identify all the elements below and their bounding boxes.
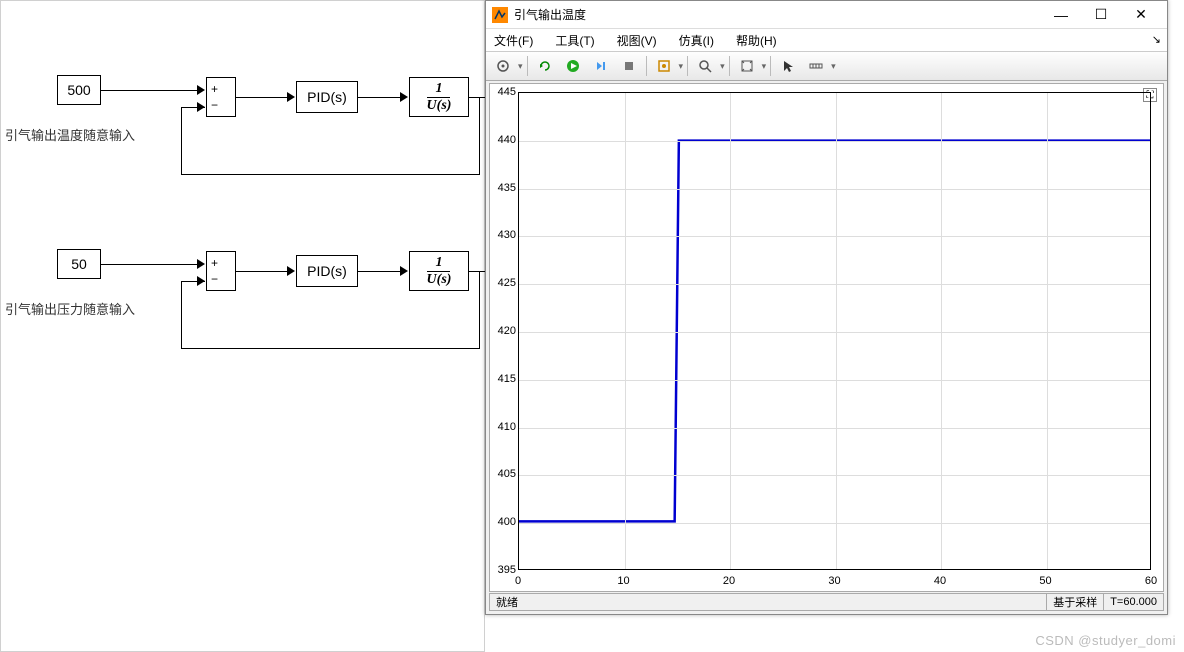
status-time: T=60.000 bbox=[1103, 594, 1163, 610]
menu-sim[interactable]: 仿真(I) bbox=[675, 30, 718, 51]
status-sample: 基于采样 bbox=[1046, 594, 1103, 610]
y-tick-label: 400 bbox=[492, 516, 516, 528]
menu-help[interactable]: 帮助(H) bbox=[732, 30, 781, 51]
step-forward-icon[interactable] bbox=[588, 54, 614, 78]
plot-axes[interactable] bbox=[518, 92, 1151, 570]
cursor-icon[interactable] bbox=[775, 54, 801, 78]
settings-icon[interactable] bbox=[490, 54, 516, 78]
window-title: 引气输出温度 bbox=[514, 6, 1041, 23]
x-tick-label: 20 bbox=[723, 575, 735, 587]
y-tick-label: 425 bbox=[492, 277, 516, 289]
y-tick-label: 410 bbox=[492, 421, 516, 433]
menu-file[interactable]: 文件(F) bbox=[490, 30, 537, 51]
scope-window[interactable]: 引气输出温度 — ☐ ✕ 文件(F) 工具(T) 视图(V) 仿真(I) 帮助(… bbox=[485, 0, 1168, 615]
data-series bbox=[519, 141, 1150, 522]
menu-view[interactable]: 视图(V) bbox=[613, 30, 661, 51]
x-tick-label: 10 bbox=[617, 575, 629, 587]
pid-block-1[interactable]: PID(s) bbox=[296, 81, 358, 113]
pid-block-2[interactable]: PID(s) bbox=[296, 255, 358, 287]
menu-dropdown-icon[interactable]: ↘ bbox=[1152, 33, 1161, 46]
stop-icon[interactable] bbox=[616, 54, 642, 78]
matlab-icon bbox=[492, 7, 508, 23]
constant-label-pressure: 引气输出压力随意输入 bbox=[5, 299, 135, 318]
measure-icon[interactable] bbox=[803, 54, 829, 78]
x-tick-label: 50 bbox=[1039, 575, 1051, 587]
transfer-fcn-block-2[interactable]: 1U(s) bbox=[409, 251, 469, 291]
y-tick-label: 430 bbox=[492, 229, 516, 241]
simulink-canvas[interactable]: 500 引气输出温度随意输入 + − PID(s) 1U(s) 50 引气输出压… bbox=[0, 0, 485, 652]
toolbar: ▾ ▾ ▾ ▾ ▾ bbox=[486, 51, 1167, 81]
x-tick-label: 40 bbox=[934, 575, 946, 587]
y-tick-label: 415 bbox=[492, 373, 516, 385]
menubar: 文件(F) 工具(T) 视图(V) 仿真(I) 帮助(H) ↘ bbox=[486, 29, 1167, 51]
menu-tools[interactable]: 工具(T) bbox=[551, 30, 598, 51]
status-text: 就绪 bbox=[490, 594, 1046, 610]
titlebar[interactable]: 引气输出温度 — ☐ ✕ bbox=[486, 1, 1167, 29]
run-icon[interactable] bbox=[560, 54, 586, 78]
y-tick-label: 435 bbox=[492, 182, 516, 194]
x-tick-label: 30 bbox=[828, 575, 840, 587]
plot-area[interactable]: ⛶ 01020304050603954004054104154204254304… bbox=[489, 83, 1164, 592]
transfer-fcn-block-1[interactable]: 1U(s) bbox=[409, 77, 469, 117]
y-tick-label: 440 bbox=[492, 134, 516, 146]
highlight-icon[interactable] bbox=[651, 54, 677, 78]
watermark: CSDN @studyer_domi bbox=[1035, 633, 1176, 648]
zoom-icon[interactable] bbox=[692, 54, 718, 78]
y-tick-label: 420 bbox=[492, 325, 516, 337]
close-button[interactable]: ✕ bbox=[1121, 2, 1161, 28]
autoscale-icon[interactable] bbox=[734, 54, 760, 78]
restart-icon[interactable] bbox=[532, 54, 558, 78]
statusbar: 就绪 基于采样 T=60.000 bbox=[489, 593, 1164, 611]
sum-block-2[interactable]: + − bbox=[206, 251, 236, 291]
constant-block-pressure[interactable]: 50 bbox=[57, 249, 101, 279]
y-tick-label: 395 bbox=[492, 564, 516, 576]
x-tick-label: 0 bbox=[515, 575, 521, 587]
maximize-button[interactable]: ☐ bbox=[1081, 2, 1121, 28]
constant-block-temp[interactable]: 500 bbox=[57, 75, 101, 105]
constant-label-temp: 引气输出温度随意输入 bbox=[5, 125, 135, 144]
minimize-button[interactable]: — bbox=[1041, 2, 1081, 28]
y-tick-label: 445 bbox=[492, 86, 516, 98]
x-tick-label: 60 bbox=[1145, 575, 1157, 587]
y-tick-label: 405 bbox=[492, 468, 516, 480]
sum-block-1[interactable]: + − bbox=[206, 77, 236, 117]
